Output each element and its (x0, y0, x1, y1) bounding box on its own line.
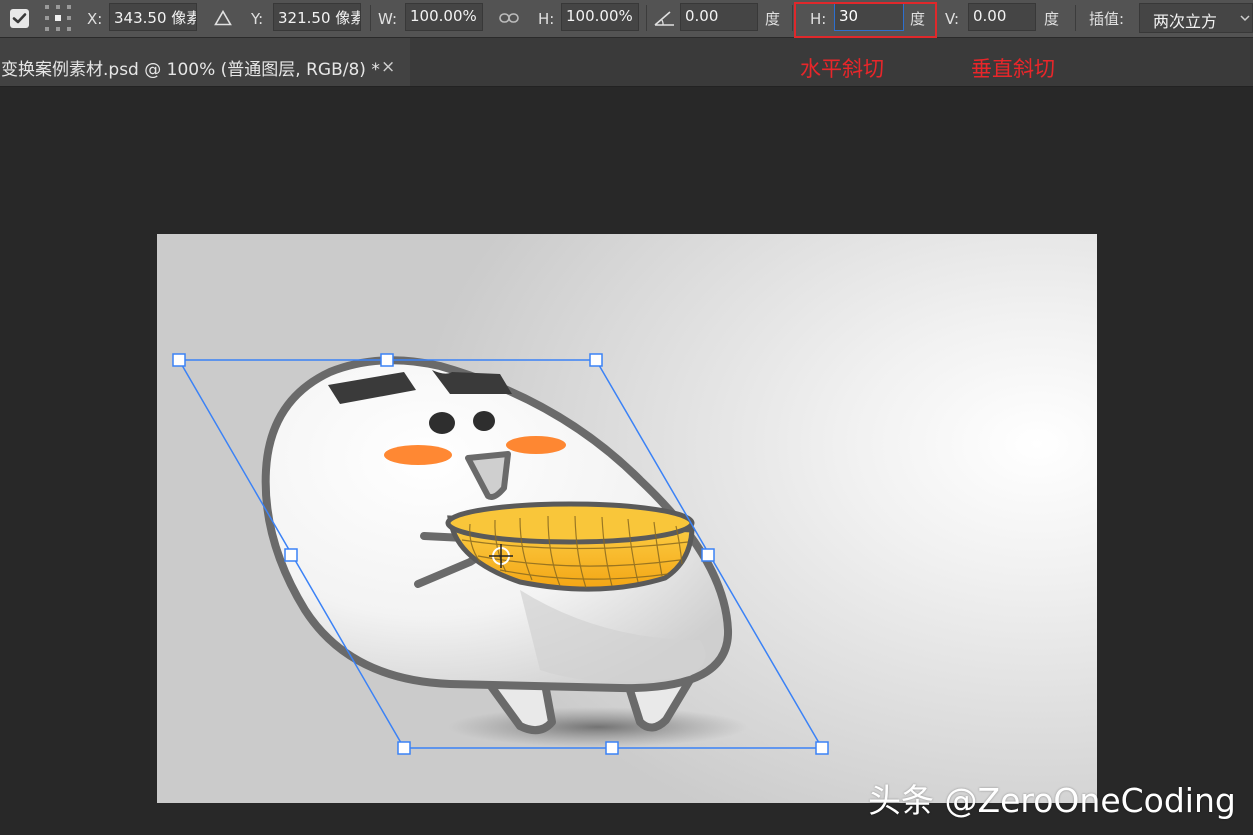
handle-bottom-middle[interactable] (605, 741, 619, 755)
handle-middle-left[interactable] (284, 548, 298, 562)
handle-bottom-left[interactable] (397, 741, 411, 755)
left-blush (384, 445, 452, 465)
handle-top-middle[interactable] (380, 353, 394, 367)
handle-middle-right[interactable] (701, 548, 715, 562)
ground-shadow (448, 707, 748, 747)
watermark: 头条 @ZeroOneCoding (868, 781, 1236, 820)
left-eye (429, 412, 455, 434)
right-blush (506, 436, 566, 454)
right-eye (473, 411, 495, 431)
handle-top-left[interactable] (172, 353, 186, 367)
canvas-artwork (172, 353, 829, 755)
handle-bottom-right[interactable] (815, 741, 829, 755)
handle-top-right[interactable] (589, 353, 603, 367)
